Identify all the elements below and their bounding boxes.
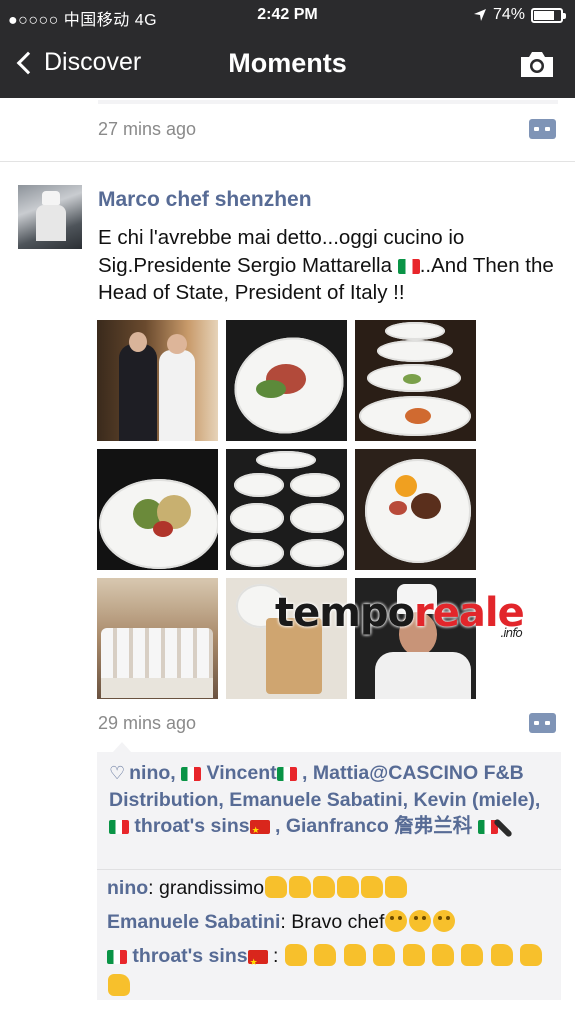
previous-post-edge bbox=[98, 100, 558, 104]
thumbs-up-icon bbox=[265, 876, 288, 898]
comment-author[interactable]: throat's sins bbox=[127, 945, 247, 967]
thumbs-up-icon bbox=[108, 974, 130, 996]
like-name[interactable]: , Gianfranco 詹弗兰科 bbox=[270, 815, 478, 837]
thumbs-up-icon bbox=[289, 876, 312, 898]
italy-flag-icon bbox=[276, 767, 297, 781]
photo-thumbnail[interactable] bbox=[226, 449, 347, 570]
knife-icon bbox=[498, 815, 522, 835]
watermark-part-1: tempo bbox=[275, 590, 415, 636]
top-bar: ●○○○○ 中国移动 4G 2:42 PM 74% Discover Momen… bbox=[0, 0, 575, 98]
thumbs-up-icon bbox=[313, 876, 336, 898]
location-arrow-icon bbox=[473, 9, 486, 21]
drooling-face-icon bbox=[433, 910, 456, 932]
thumbs-up-icon bbox=[373, 944, 396, 966]
thumbs-up-icon bbox=[337, 876, 360, 898]
thumbs-up-icon bbox=[284, 944, 307, 966]
battery-percent: 74% bbox=[492, 6, 525, 23]
thumbs-up-icon bbox=[461, 944, 484, 966]
photo-thumbnail[interactable] bbox=[97, 449, 218, 570]
comment-action-button[interactable] bbox=[529, 713, 556, 733]
post-text: E chi l'avrebbe mai detto...oggi cucino … bbox=[98, 224, 563, 307]
status-bar: ●○○○○ 中国移动 4G 2:42 PM 74% bbox=[0, 0, 575, 32]
thumbs-up-icon bbox=[343, 944, 366, 966]
avatar[interactable] bbox=[18, 185, 82, 249]
comment-author[interactable]: nino bbox=[107, 877, 148, 899]
photo-thumbnail[interactable] bbox=[355, 449, 476, 570]
photo-thumbnail[interactable] bbox=[97, 320, 218, 441]
thumbs-up-icon bbox=[361, 876, 384, 898]
italy-flag-icon bbox=[181, 767, 202, 781]
page-title: Moments bbox=[228, 48, 347, 78]
thumbs-up-icon bbox=[520, 944, 543, 966]
comment-text: : bbox=[267, 945, 284, 967]
china-flag-icon bbox=[247, 947, 268, 977]
comment-text: : Bravo chef bbox=[280, 911, 385, 933]
photo-thumbnail[interactable] bbox=[97, 578, 218, 699]
photo-thumbnail[interactable] bbox=[355, 320, 476, 441]
post-author[interactable]: Marco chef shenzhen bbox=[98, 188, 312, 212]
drooling-face-icon bbox=[409, 910, 432, 932]
post-divider bbox=[0, 161, 575, 162]
status-right: 74% bbox=[473, 6, 566, 24]
previous-post-time: 27 mins ago bbox=[98, 119, 197, 139]
comment-item[interactable]: Emanuele Sabatini: Bravo chef bbox=[107, 907, 553, 937]
comment-action-button[interactable] bbox=[529, 119, 556, 139]
likes-comments-panel: ♡ nino, Vincent , Mattia@CASCINO F&B Dist… bbox=[97, 742, 561, 1001]
likes-list: ♡ nino, Vincent , Mattia@CASCINO F&B Dist… bbox=[109, 760, 553, 844]
post-time: 29 mins ago bbox=[98, 713, 197, 733]
like-name[interactable]: Vincent bbox=[201, 762, 277, 784]
thumbs-up-icon bbox=[385, 876, 408, 898]
watermark-suffix: .info bbox=[500, 626, 522, 640]
like-name[interactable]: throat's sins bbox=[129, 815, 249, 837]
heart-icon: ♡ bbox=[109, 763, 126, 783]
comment-item[interactable]: throat's sins : bbox=[107, 941, 553, 1001]
panel-divider bbox=[97, 869, 561, 870]
photo-grid bbox=[97, 320, 477, 700]
battery-icon bbox=[531, 7, 566, 23]
italy-flag-icon bbox=[109, 820, 129, 834]
nav-bar: Discover Moments bbox=[0, 40, 575, 90]
china-flag-icon bbox=[249, 817, 270, 844]
comment-item[interactable]: nino: grandissimo bbox=[107, 873, 553, 903]
camera-icon[interactable] bbox=[519, 50, 555, 78]
italy-flag-icon bbox=[107, 950, 127, 964]
italy-flag-icon bbox=[397, 258, 420, 274]
thumbs-up-icon bbox=[402, 944, 425, 966]
watermark-logo: temporeale .info bbox=[275, 590, 525, 640]
like-name[interactable]: nino, bbox=[129, 762, 181, 784]
photo-thumbnail[interactable] bbox=[226, 320, 347, 441]
thumbs-up-icon bbox=[314, 944, 337, 966]
thumbs-up-icon bbox=[431, 944, 454, 966]
comment-author[interactable]: Emanuele Sabatini bbox=[107, 911, 280, 933]
comment-text: : grandissimo bbox=[148, 877, 265, 899]
thumbs-up-icon bbox=[490, 944, 513, 966]
drooling-face-icon bbox=[385, 910, 408, 932]
